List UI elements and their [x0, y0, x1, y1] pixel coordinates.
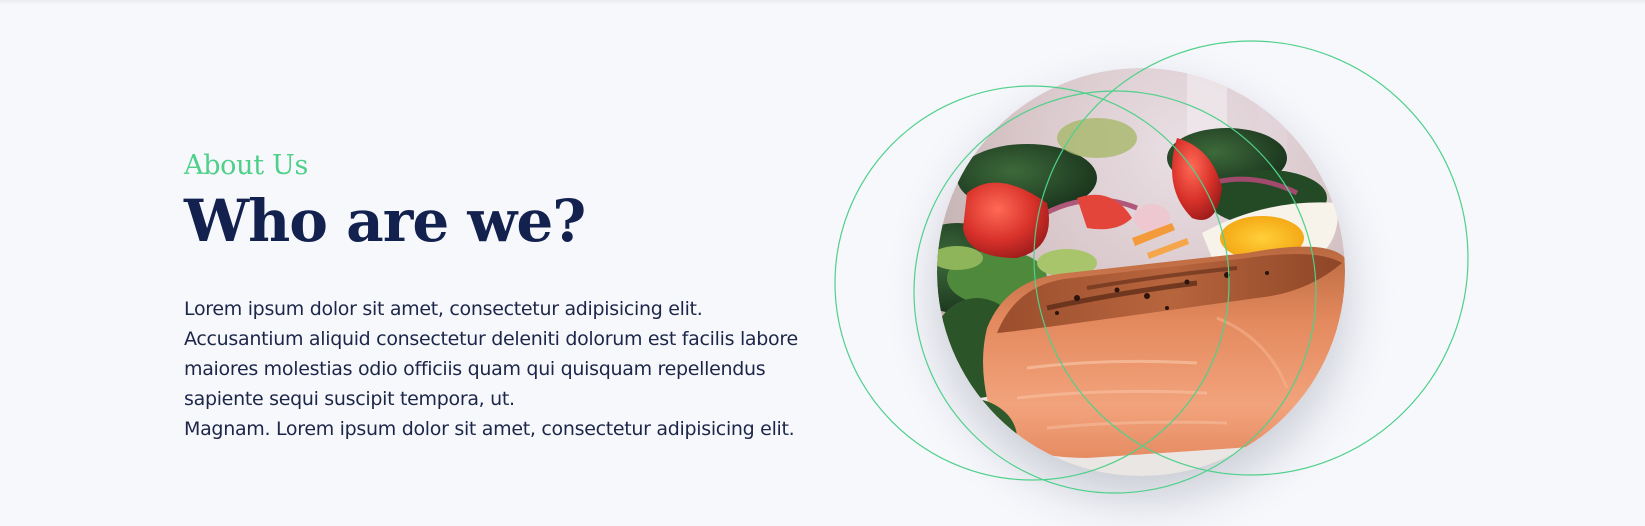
- section-title: Who are we?: [184, 187, 586, 255]
- description-line: Lorem ipsum dolor sit amet, consectetur …: [184, 298, 703, 320]
- decorative-ring: [1033, 40, 1469, 476]
- about-text-column: About Us Who are we? Lorem ipsum dolor s…: [184, 148, 824, 444]
- description-line: maiores molestias odio officiis quam qui…: [184, 358, 766, 380]
- description-line: sapiente sequi suscipit tempora, ut.: [184, 388, 515, 410]
- about-description: Lorem ipsum dolor sit amet, consectetur …: [184, 294, 824, 444]
- decorative-ring: [834, 85, 1230, 481]
- description-line: Accusantium aliquid consectetur deleniti…: [184, 328, 798, 350]
- section-eyebrow: About Us: [184, 150, 309, 181]
- description-line: Magnam. Lorem ipsum dolor sit amet, cons…: [184, 418, 795, 440]
- decorative-ring: [913, 90, 1317, 494]
- salmon-dish-image: [937, 68, 1345, 476]
- about-section: About Us Who are we? Lorem ipsum dolor s…: [0, 0, 1645, 526]
